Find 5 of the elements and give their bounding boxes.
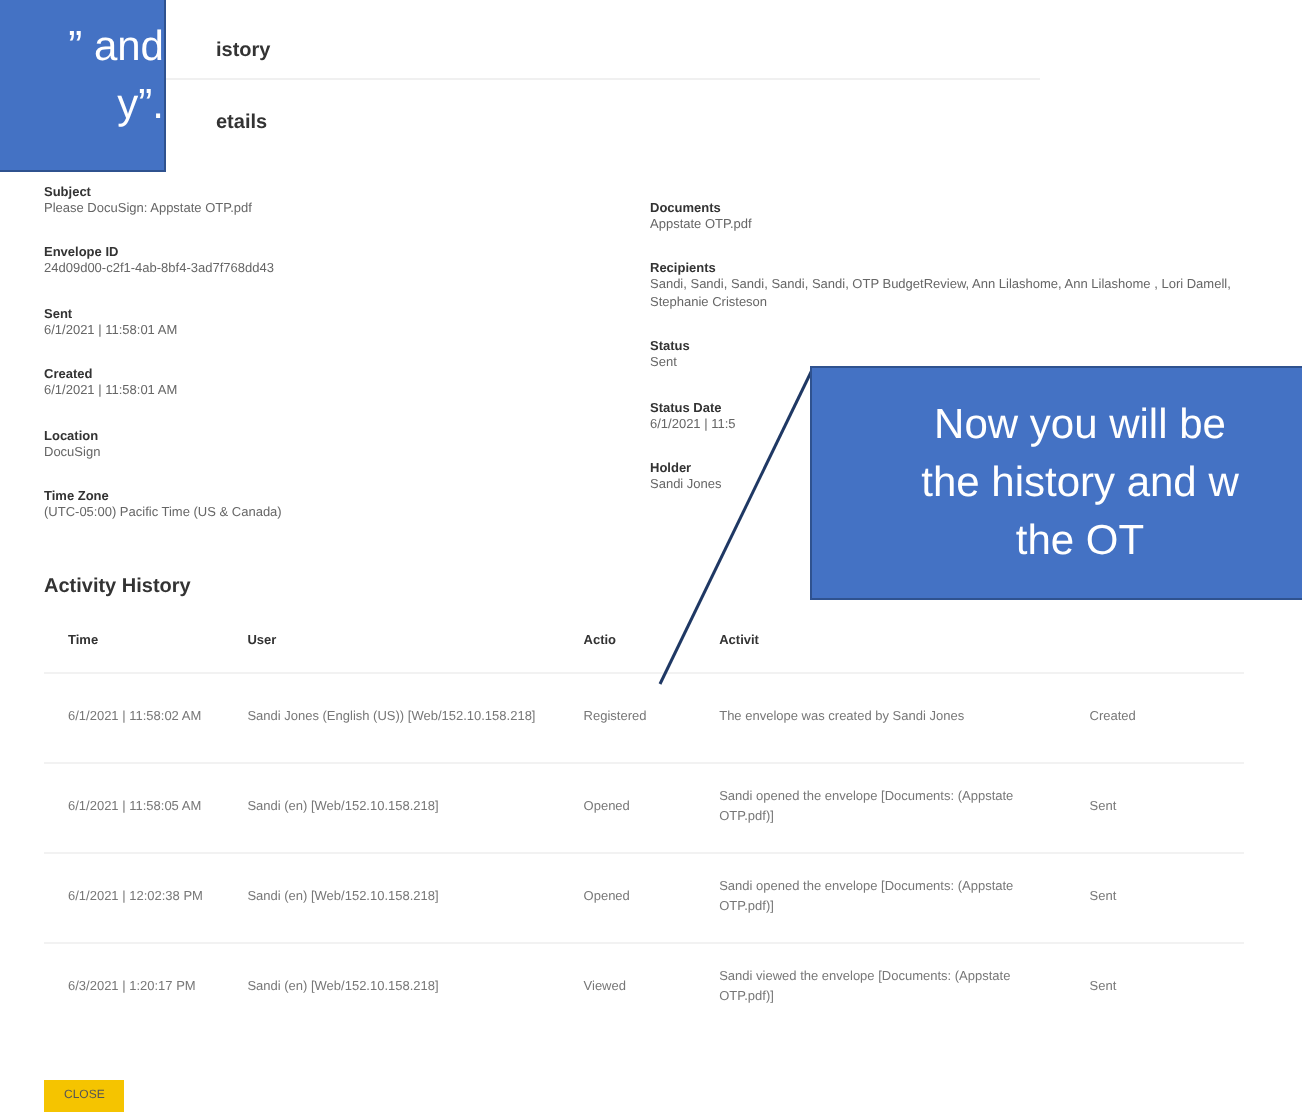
- page-title: istory: [216, 40, 271, 62]
- section-title: etails: [216, 112, 268, 134]
- section-title: Activity History: [42, 573, 191, 598]
- callout-box: ” and y”.: [0, 0, 166, 172]
- callout-box: Now you will be the history and w the OT: [810, 366, 1302, 600]
